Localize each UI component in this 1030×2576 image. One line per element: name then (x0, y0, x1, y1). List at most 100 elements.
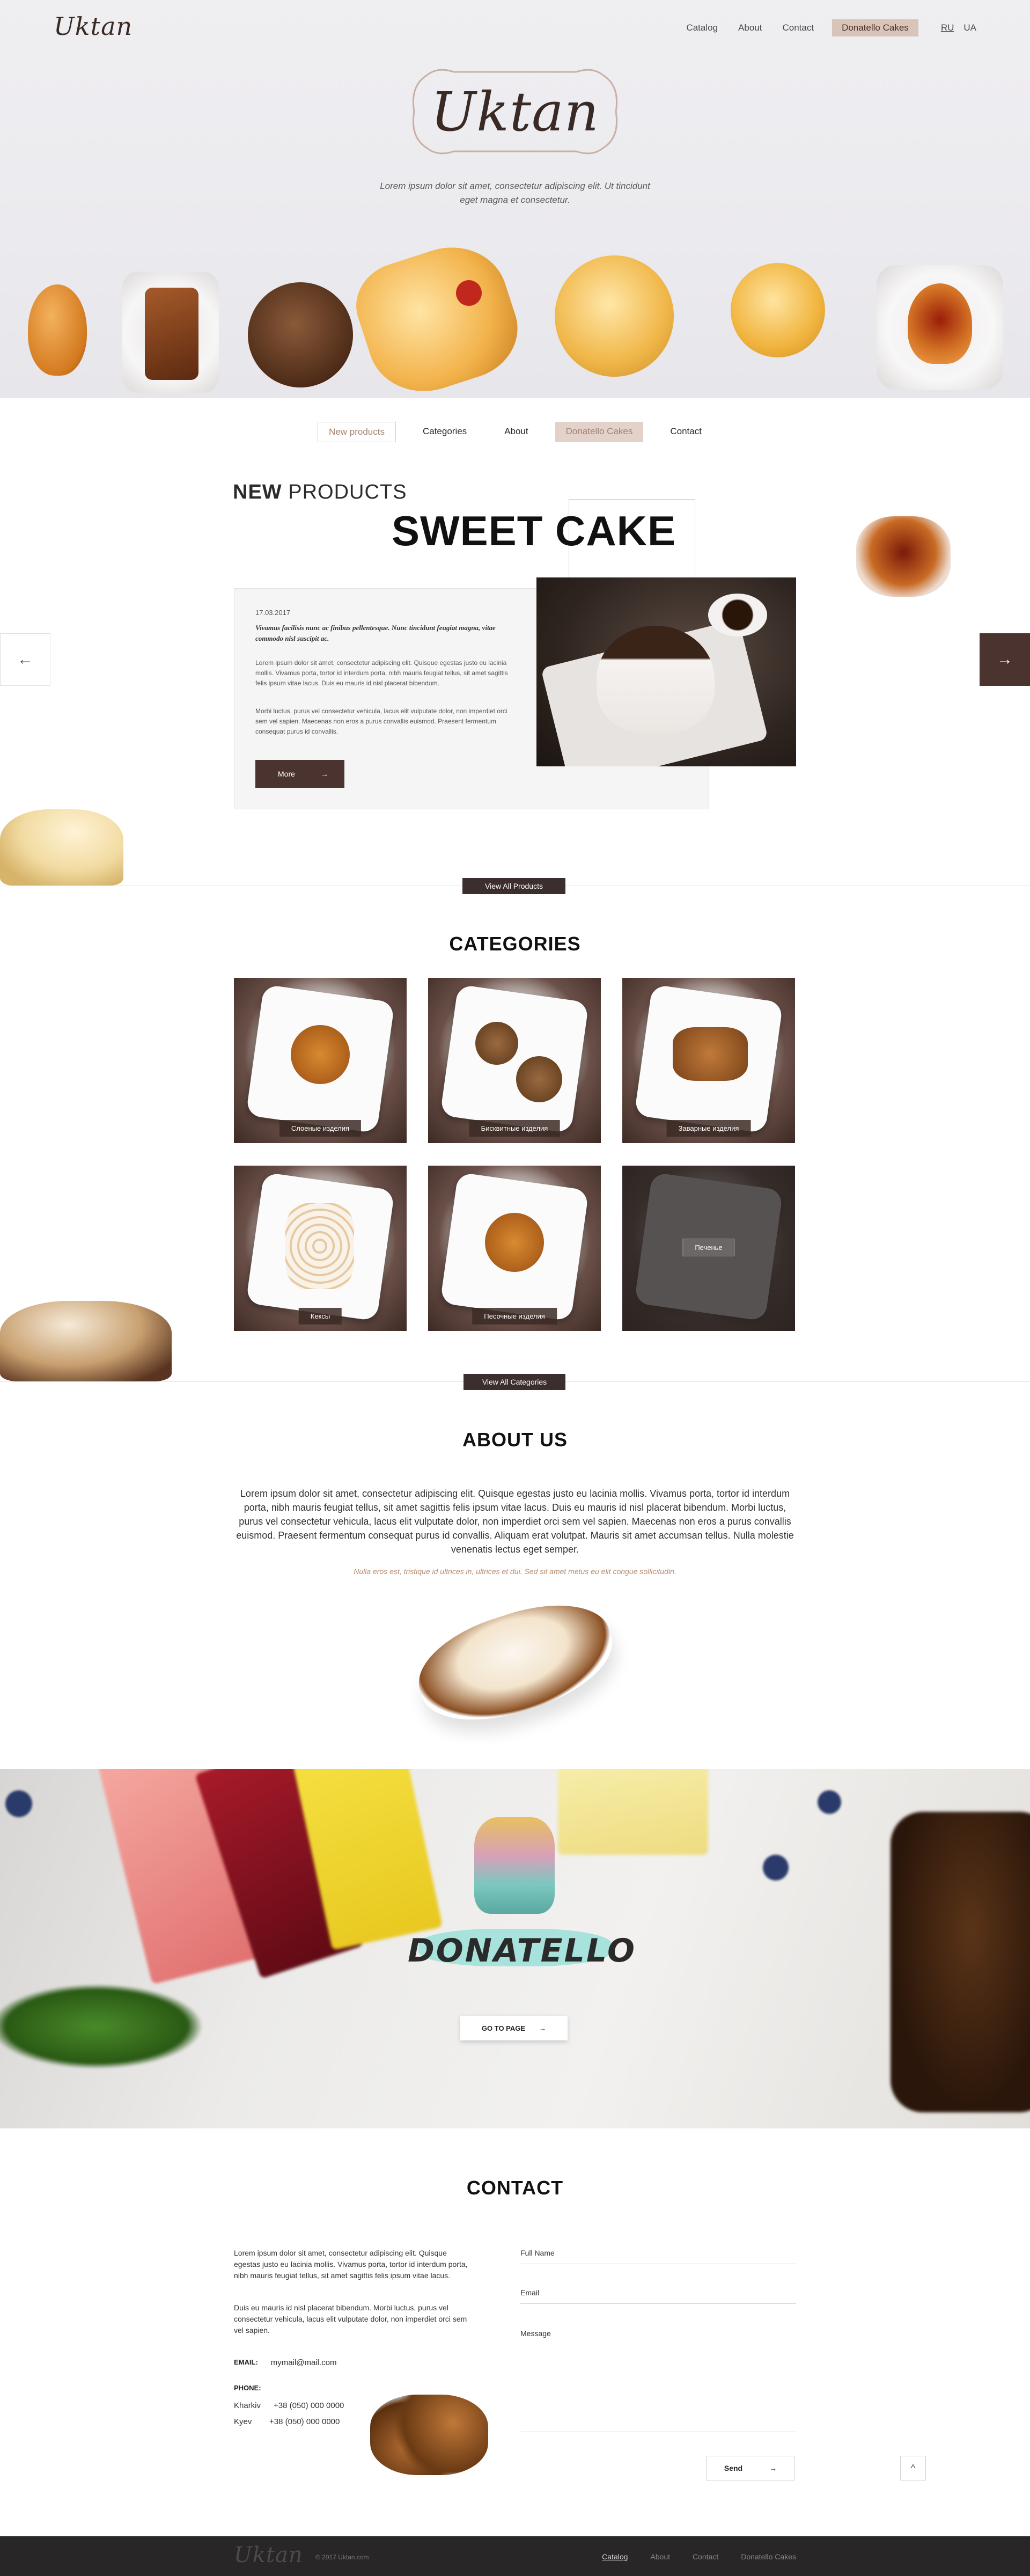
nav-donatello-cakes[interactable]: Donatello Cakes (832, 19, 918, 36)
nav-catalog[interactable]: Catalog (684, 19, 720, 36)
contact-email-row: EMAIL: mymail@mail.com (234, 2358, 337, 2367)
about-eclairs-image (406, 1586, 625, 1739)
category-tile[interactable]: Бисквитные изделия (428, 978, 601, 1143)
banner-blueberry (5, 1790, 32, 1817)
contact-text-2: Duis eu mauris id nisl placerat bibendum… (234, 2303, 467, 2334)
send-button[interactable]: Send → (706, 2456, 795, 2480)
hero-logo: Uktan (430, 80, 600, 143)
category-label: Слоеные изделия (279, 1120, 362, 1137)
section-nav: New products Categories About Donatello … (0, 422, 1030, 442)
phone-row: Kyev +38 (050) 000 0000 (234, 2417, 340, 2426)
nav-about[interactable]: About (736, 19, 764, 36)
pastry-group (485, 1213, 544, 1272)
product-photo (536, 577, 796, 766)
category-tile[interactable]: Песочные изделия (428, 1166, 601, 1331)
hero-section: Uktan Catalog About Contact Donatello Ca… (0, 0, 1030, 398)
more-button-label: More (278, 770, 295, 778)
phone-number[interactable]: +38 (050) 000 0000 (274, 2401, 344, 2410)
banner-cake-illustration (474, 1817, 555, 1914)
footer-nav-about[interactable]: About (650, 2552, 670, 2561)
category-tile[interactable]: Кексы (234, 1166, 407, 1331)
about-text: Lorem ipsum dolor sit amet, consectetur … (236, 1488, 794, 1555)
arrow-right-icon: → (321, 770, 328, 778)
banner-blueberry (818, 1790, 841, 1814)
pastry-swirl-cookie-small (731, 263, 825, 357)
banner-blueberry (763, 1855, 789, 1880)
carousel-next-button[interactable]: → (980, 633, 1030, 686)
message-field[interactable]: Message (520, 2329, 796, 2432)
pastry-chocolate-bar (145, 288, 198, 380)
pastry-chocolate-cookie (248, 282, 353, 387)
lang-ua[interactable]: UA (963, 23, 976, 33)
arrow-left-icon: ← (17, 650, 33, 668)
category-label: Заварные изделия (666, 1120, 751, 1137)
chevron-up-icon: ^ (910, 2462, 916, 2473)
decor-cupcakes-left (0, 809, 123, 885)
email-link[interactable]: mymail@mail.com (271, 2358, 337, 2367)
footer-nav-donatello[interactable]: Donatello Cakes (741, 2552, 796, 2561)
go-to-page-label: GO TO PAGE (481, 2024, 526, 2032)
phone-number[interactable]: +38 (050) 000 0000 (269, 2417, 340, 2426)
full-name-field[interactable]: Full Name (520, 2249, 796, 2264)
categories-title: CATEGORIES (449, 933, 581, 955)
pastry-group (673, 1027, 748, 1081)
subnav-contact[interactable]: Contact (659, 422, 712, 442)
scroll-top-button[interactable]: ^ (900, 2456, 926, 2480)
footer-nav-contact[interactable]: Contact (693, 2552, 718, 2561)
phone-row: Kharkiv +38 (050) 000 0000 (234, 2401, 344, 2410)
product-date: 17.03.2017 (255, 609, 291, 617)
footer-copyright: © 2017 Uktan.com (315, 2553, 369, 2561)
carousel-prev-button[interactable]: ← (0, 633, 50, 686)
arrow-right-icon: → (997, 650, 1013, 668)
subnav-categories[interactable]: Categories (412, 422, 477, 442)
new-products-heading: NEW PRODUCTS (233, 481, 407, 504)
category-label: Кексы (298, 1308, 342, 1324)
pastry-group (291, 1025, 350, 1084)
nav-contact[interactable]: Contact (780, 19, 816, 36)
contact-pastries-image (370, 2395, 488, 2475)
email-field[interactable]: Email (520, 2288, 796, 2304)
hero-tagline: Lorem ipsum dolor sit amet, consectetur … (380, 181, 650, 205)
category-label: Печенье (682, 1239, 735, 1256)
category-label: Песочные изделия (472, 1308, 557, 1324)
go-to-page-button[interactable]: GO TO PAGE → (460, 2016, 568, 2040)
subnav-about[interactable]: About (494, 422, 539, 442)
banner-cake-slice-cream (558, 1769, 708, 1855)
view-all-products-button[interactable]: View All Products (462, 878, 565, 894)
phone-label: PHONE: (234, 2384, 261, 2392)
lang-ru[interactable]: RU (941, 23, 954, 33)
arrow-right-icon: → (769, 2464, 777, 2472)
about-quote: Nulla eros est, tristique id ultrices in… (354, 1567, 676, 1576)
subnav-donatello-cakes[interactable]: Donatello Cakes (555, 422, 644, 442)
footer-logo[interactable]: Uktan (234, 2543, 303, 2567)
category-tile[interactable]: Печенье (622, 1166, 795, 1331)
phone-city: Kyev (234, 2417, 252, 2426)
language-switcher: RU UA (941, 23, 976, 33)
plate (440, 984, 589, 1133)
category-tile[interactable]: Заварные изделия (622, 978, 795, 1143)
subnav-new-products[interactable]: New products (318, 422, 396, 442)
pastry-heart-jam (908, 283, 972, 364)
coffee-cup (708, 594, 767, 636)
product-description-1: Lorem ipsum dolor sit amet, consectetur … (255, 659, 508, 687)
footer-nav: Catalog About Contact Donatello Cakes (602, 2552, 796, 2561)
cake-body (597, 626, 715, 733)
banner-leaves (0, 1984, 204, 2069)
about-title: ABOUT US (462, 1429, 568, 1451)
banner-coffee-jar (891, 1812, 1030, 2112)
product-description-2: Morbi luctus, purus vel consectetur vehi… (255, 707, 507, 735)
header-logo[interactable]: Uktan (54, 12, 133, 41)
product-title: SWEET CAKE (392, 507, 676, 554)
donatello-brand: DONATELLO (408, 1932, 636, 1970)
phone-city: Kharkiv (234, 2401, 261, 2410)
new-products-heading-rest: PRODUCTS (288, 481, 407, 503)
view-all-categories-button[interactable]: View All Categories (464, 1374, 565, 1390)
footer-nav-catalog[interactable]: Catalog (602, 2552, 628, 2561)
pastry-swirl-cookie (555, 255, 674, 377)
top-nav: Catalog About Contact Donatello Cakes RU… (684, 19, 976, 36)
footer (0, 2536, 1030, 2576)
pastry-group (475, 1022, 518, 1065)
category-tile[interactable]: Слоеные изделия (234, 978, 407, 1143)
more-button[interactable]: More → (255, 760, 344, 788)
contact-title: CONTACT (466, 2177, 564, 2199)
